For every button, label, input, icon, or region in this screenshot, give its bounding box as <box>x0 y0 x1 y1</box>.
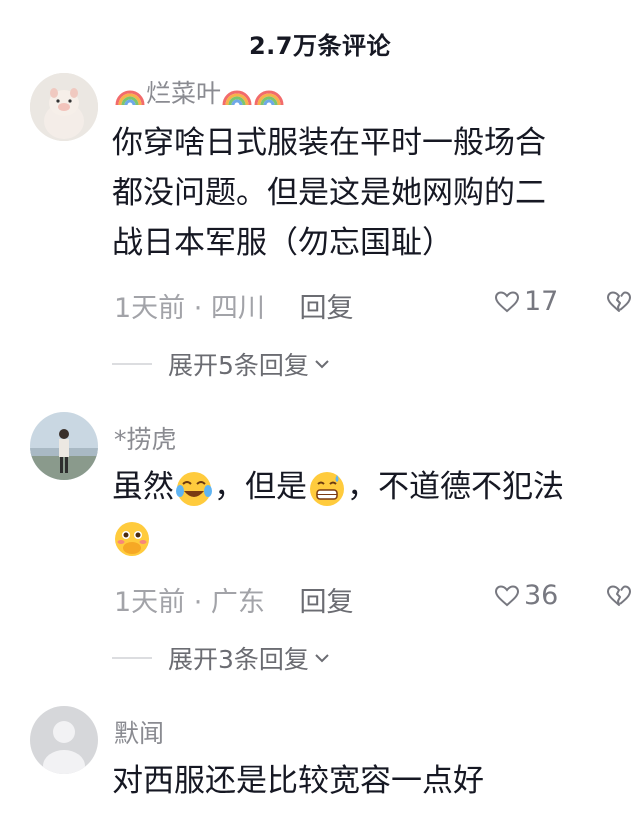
comment-line <box>112 512 640 562</box>
avatar[interactable] <box>30 412 98 480</box>
comment-text: 对西服还是比较宽容一点好 <box>112 756 640 806</box>
comment-text-segment: ，但是 <box>214 469 307 505</box>
heart-outline-icon <box>494 290 520 312</box>
avatar[interactable] <box>30 706 98 774</box>
comment-time-location: 1天前 · 四川 <box>114 293 265 324</box>
comment-username[interactable]: 默闻 <box>114 714 164 750</box>
comments-count-title: 2.7万条评论 <box>248 32 391 60</box>
chevron-down-icon <box>315 360 329 369</box>
like-count: 36 <box>524 580 559 611</box>
expand-replies-label: 展开3条回复 <box>168 645 309 674</box>
comment-username[interactable]: *捞虎 <box>114 420 177 456</box>
like-count: 17 <box>524 286 559 317</box>
reply-button[interactable]: 回复 <box>300 293 354 324</box>
rainbow-icon <box>115 90 145 106</box>
chevron-down-icon <box>315 654 329 663</box>
expand-replies-button[interactable]: 展开3条回复 <box>112 640 331 676</box>
comment-text: 你穿啥日式服装在平时一般场合 都没问题。但是这是她网购的二 战日本军服（勿忘国耻… <box>112 118 640 268</box>
reply-button[interactable]: 回复 <box>300 587 354 618</box>
comment-text-segment: ，不道德不犯法 <box>347 469 564 505</box>
default-user-avatar-icon <box>30 706 98 774</box>
heart-outline-icon <box>494 584 520 606</box>
pig-avatar-icon <box>30 73 98 141</box>
comment-line: 虽然 ，但是 ，不道德不犯法 <box>112 462 640 512</box>
comment-meta: 1天前 · 广东 回复 <box>114 580 354 619</box>
divider-line <box>112 363 152 365</box>
comment-line: 都没问题。但是这是她网购的二 <box>112 175 546 211</box>
expand-replies-label: 展开5条回复 <box>168 351 309 380</box>
shy-hands-emoji <box>115 521 149 556</box>
comment-time-location: 1天前 · 广东 <box>114 587 265 618</box>
rainbow-icon <box>254 90 284 106</box>
rainbow-icon <box>222 90 252 106</box>
like-button[interactable]: 36 <box>494 580 558 611</box>
avatar[interactable] <box>30 73 98 141</box>
comment-meta: 1天前 · 四川 回复 <box>114 286 354 325</box>
comment-line: 战日本军服（勿忘国耻） <box>112 225 453 261</box>
comment-text-segment: 虽然 <box>112 469 174 505</box>
broken-heart-icon <box>607 291 632 312</box>
rolling-laugh-emoji <box>176 471 212 506</box>
dislike-button[interactable] <box>606 290 632 318</box>
person-photo-avatar-icon <box>30 412 98 480</box>
comment-username[interactable]: 烂菜叶 <box>114 74 285 110</box>
broken-heart-icon <box>607 585 632 606</box>
grin-sweat-emoji <box>310 471 344 506</box>
like-button[interactable]: 17 <box>494 286 558 317</box>
divider-line <box>112 657 152 659</box>
username-label: 烂菜叶 <box>146 79 222 108</box>
expand-replies-button[interactable]: 展开5条回复 <box>112 346 331 382</box>
comment-line: 对西服还是比较宽容一点好 <box>112 763 484 799</box>
dislike-button[interactable] <box>606 584 632 612</box>
comment-line: 你穿啥日式服装在平时一般场合 <box>112 125 546 161</box>
comment-text: 虽然 ，但是 ，不道德不犯法 <box>112 462 640 562</box>
